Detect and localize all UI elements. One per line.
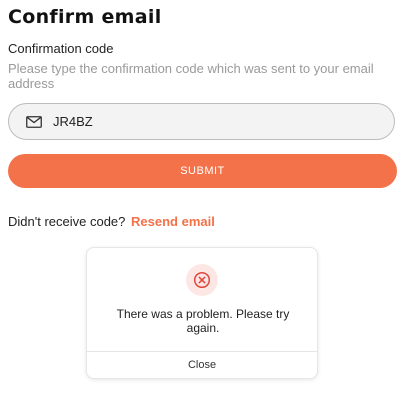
resend-email-link[interactable]: Resend email — [131, 214, 215, 229]
confirmation-code-label: Confirmation code — [8, 41, 114, 56]
confirmation-code-input[interactable] — [53, 114, 353, 129]
resend-prompt: Didn't receive code? — [8, 214, 126, 229]
error-x-circle-icon — [186, 264, 218, 296]
close-button[interactable]: Close — [87, 352, 317, 378]
error-message: There was a problem. Please try again. — [116, 307, 290, 335]
resend-row: Didn't receive code? Resend email — [8, 214, 215, 229]
page-title: Confirm email — [8, 6, 162, 28]
confirm-email-page: Confirm email Confirmation code Please t… — [0, 0, 405, 415]
submit-button[interactable]: SUBMIT — [8, 154, 397, 188]
confirmation-code-help: Please type the confirmation code which … — [8, 61, 374, 91]
mail-icon — [26, 115, 42, 128]
error-dialog: There was a problem. Please try again. C… — [86, 247, 318, 379]
confirmation-code-field[interactable] — [8, 103, 395, 140]
